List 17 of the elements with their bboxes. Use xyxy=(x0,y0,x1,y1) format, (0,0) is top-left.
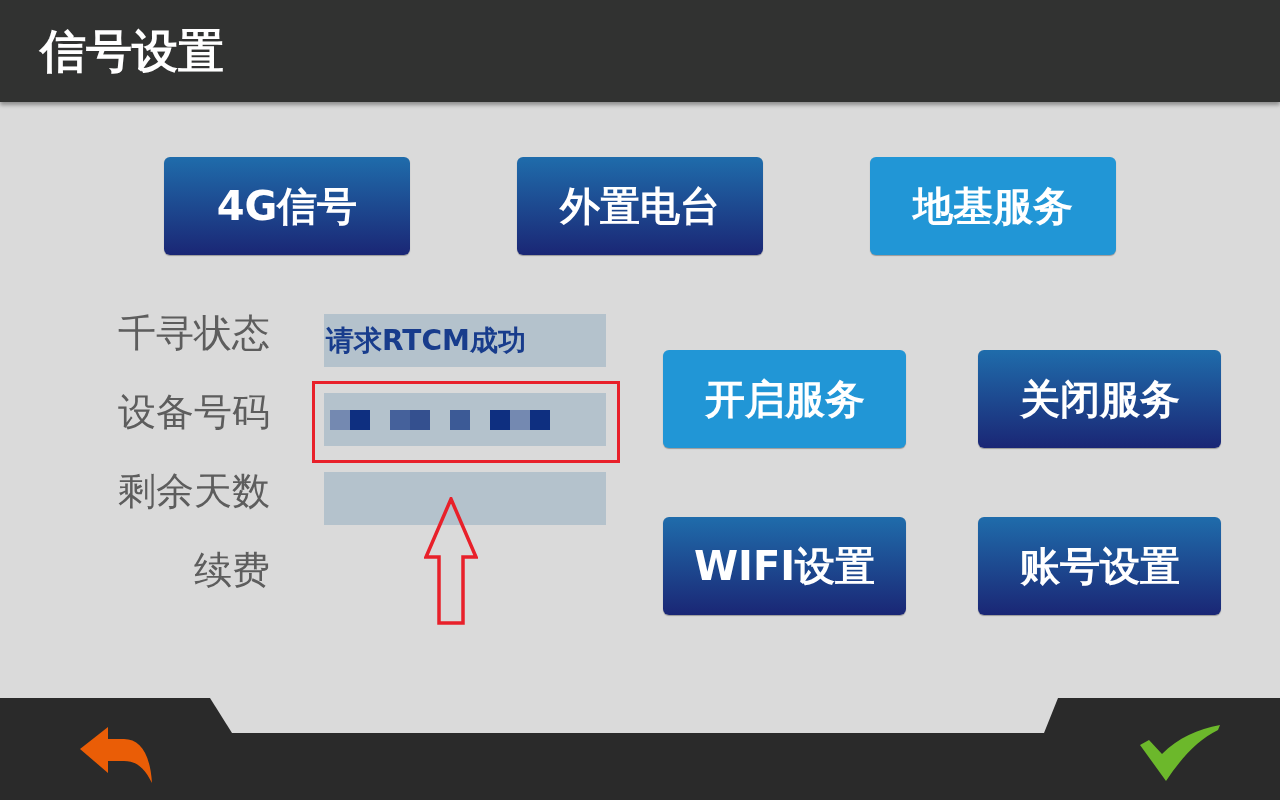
field-label: 设备号码 xyxy=(117,393,270,431)
field-label: 续费 xyxy=(193,551,270,589)
reply-arrow-icon xyxy=(80,727,152,783)
mosaic-icon xyxy=(330,409,550,430)
value-field: 请求RTCM成功 xyxy=(324,314,606,367)
mode-tab[interactable]: 4G信号 xyxy=(164,157,410,255)
action-button[interactable]: WIFI设置 xyxy=(663,517,906,615)
confirm-button[interactable] xyxy=(1140,725,1220,781)
page-title: 信号设置 xyxy=(40,28,224,74)
field-label: 千寻状态 xyxy=(117,314,270,352)
up-arrow-icon xyxy=(424,497,478,625)
action-button[interactable]: 关闭服务 xyxy=(978,350,1221,448)
field-label: 剩余天数 xyxy=(117,472,270,510)
action-button[interactable]: 账号设置 xyxy=(978,517,1221,615)
mode-tab[interactable]: 外置电台 xyxy=(517,157,763,255)
check-icon xyxy=(1140,725,1220,781)
back-button[interactable] xyxy=(80,727,152,783)
